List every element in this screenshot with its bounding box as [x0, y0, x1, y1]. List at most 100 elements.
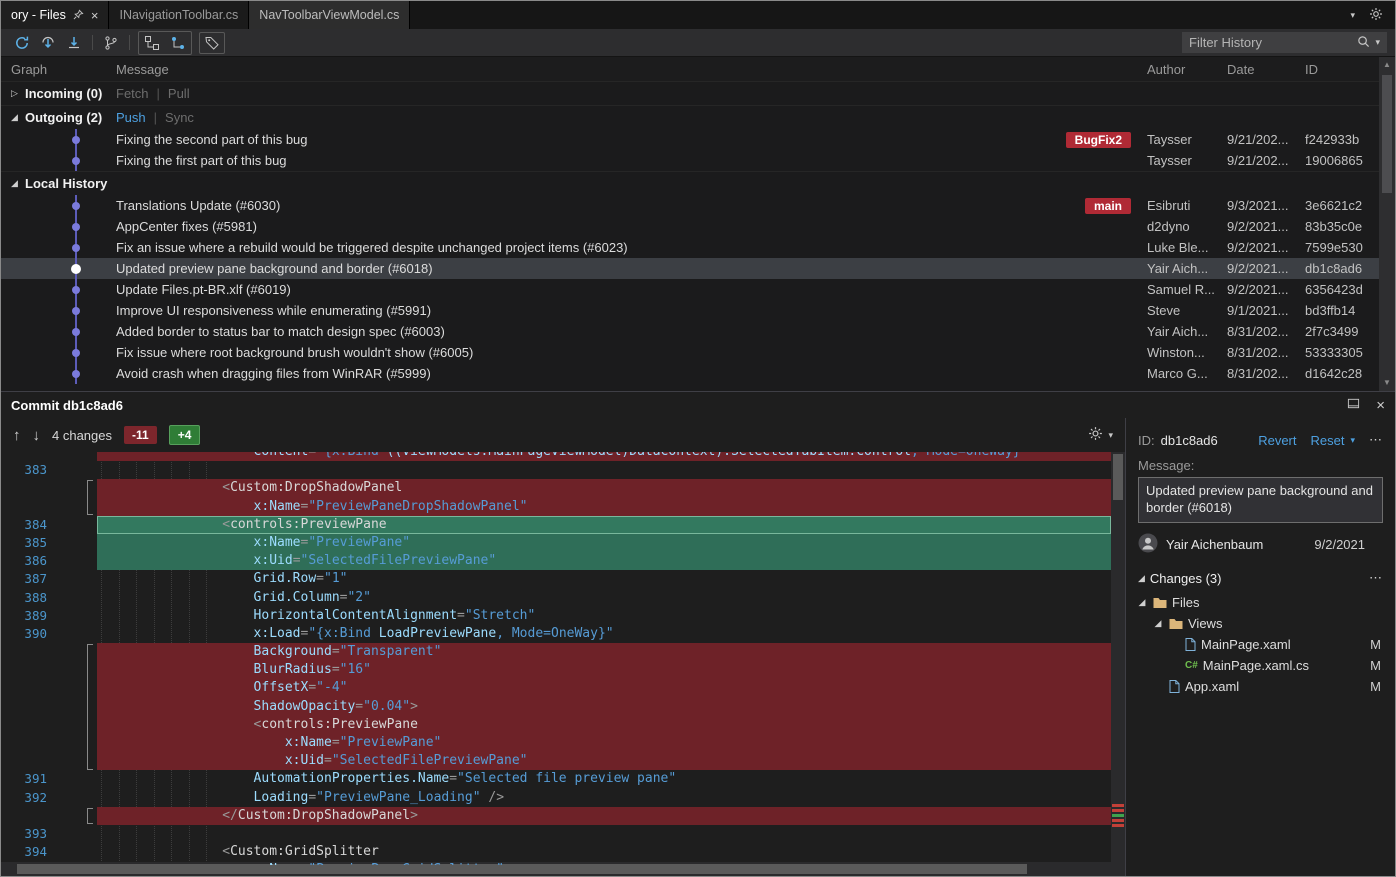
diff-line[interactable]: ShadowOpacity="0.04">: [1, 698, 1111, 716]
pull-link[interactable]: Pull: [168, 86, 190, 101]
column-author[interactable]: Author: [1139, 62, 1219, 77]
history-commit-row[interactable]: Translations Update (#6030)mainEsibruti9…: [1, 195, 1395, 216]
changes-more-button[interactable]: ⋯: [1369, 570, 1383, 586]
diff-line[interactable]: 395 x:Name="PreviewPaneGridSplitter": [1, 861, 1111, 865]
sync-link[interactable]: Sync: [165, 110, 194, 125]
tree-item-files[interactable]: ◢Files: [1126, 592, 1395, 613]
reset-caret-icon[interactable]: ▾: [1350, 435, 1355, 446]
scrollbar-thumb[interactable]: [1113, 454, 1123, 500]
column-graph[interactable]: Graph: [1, 62, 111, 77]
next-change-button[interactable]: ↓: [33, 427, 41, 444]
graph-table-view-button[interactable]: [165, 32, 191, 54]
diff-line[interactable]: 394 <Custom:GridSplitter: [1, 843, 1111, 861]
scrollbar-thumb[interactable]: [17, 864, 1027, 874]
pull-button[interactable]: [61, 32, 87, 54]
history-commit-row[interactable]: Updated preview pane background and bord…: [1, 258, 1395, 279]
pin-icon[interactable]: [73, 8, 84, 23]
history-commit-row[interactable]: Fix an issue where a rebuild would be tr…: [1, 237, 1395, 258]
search-options-caret-icon[interactable]: ▾: [1375, 37, 1380, 48]
diff-line[interactable]: Background="Transparent": [1, 643, 1111, 661]
code-token: "16": [340, 662, 371, 677]
pane-position-icon[interactable]: [1347, 397, 1360, 413]
search-icon[interactable]: [1357, 35, 1370, 51]
push-link[interactable]: Push: [116, 110, 146, 125]
scrollbar-thumb[interactable]: [1382, 75, 1392, 193]
close-tab-icon[interactable]: ×: [91, 8, 99, 23]
tree-item-mainpage-xaml[interactable]: MainPage.xamlM: [1126, 634, 1395, 655]
diff-line[interactable]: 389 HorizontalContentAlignment="Stretch": [1, 607, 1111, 625]
diff-line[interactable]: <controls:PreviewPane: [1, 716, 1111, 734]
diff-line[interactable]: </Custom:DropShadowPanel>: [1, 807, 1111, 825]
history-commit-row[interactable]: AppCenter fixes (#5981)d2dyno9/2/2021...…: [1, 216, 1395, 237]
column-id[interactable]: ID: [1297, 62, 1379, 77]
tree-item-app-xaml[interactable]: App.xamlM: [1126, 676, 1395, 697]
tab-navtoolbarviewmodel[interactable]: NavToolbarViewModel.cs: [249, 1, 410, 29]
commit-message-cell: Fix issue where root background brush wo…: [111, 342, 1139, 363]
revert-link[interactable]: Revert: [1258, 433, 1296, 448]
tab-inavigationtoolbar[interactable]: INavigationToolbar.cs: [109, 1, 249, 29]
close-pane-icon[interactable]: ×: [1376, 397, 1385, 414]
tree-expander-icon[interactable]: ◢: [1152, 618, 1164, 629]
scroll-down-arrow-icon[interactable]: ▼: [1379, 375, 1395, 391]
history-section-row[interactable]: ▷Incoming (0)Fetch|Pull: [1, 81, 1395, 105]
diff-settings-gear-icon[interactable]: [1088, 426, 1103, 444]
diff-line[interactable]: 388 Grid.Column="2": [1, 589, 1111, 607]
diff-line[interactable]: x:Name="PreviewPaneDropShadowPanel": [1, 498, 1111, 516]
section-expander-icon[interactable]: ◢: [8, 112, 21, 123]
scroll-up-arrow-icon[interactable]: ▲: [1379, 57, 1395, 73]
column-date[interactable]: Date: [1219, 62, 1297, 77]
fetch-link[interactable]: Fetch: [116, 86, 149, 101]
history-scrollbar[interactable]: ▲ ▼: [1379, 57, 1395, 391]
history-section-row[interactable]: ◢Local History: [1, 171, 1395, 195]
previous-change-button[interactable]: ↑: [13, 427, 21, 444]
history-commit-row[interactable]: Fixing the first part of this bugTaysser…: [1, 150, 1395, 171]
history-commit-row[interactable]: Update Files.pt-BR.xlf (#6019)Samuel R..…: [1, 279, 1395, 300]
show-tags-button[interactable]: [199, 32, 225, 54]
compare-branches-button[interactable]: [98, 32, 124, 54]
reset-link[interactable]: Reset: [1311, 433, 1345, 448]
tab-history-files[interactable]: ory - Files ×: [1, 1, 109, 29]
diff-editor[interactable]: Content="{x:Bind ((ViewModels:MainPageVi…: [1, 452, 1125, 865]
diff-line[interactable]: 391 AutomationProperties.Name="Selected …: [1, 770, 1111, 788]
diff-line[interactable]: 390 x:Load="{x:Bind LoadPreviewPane, Mod…: [1, 625, 1111, 643]
diff-settings-caret-icon[interactable]: ▾: [1108, 430, 1113, 441]
diff-line[interactable]: 386 x:Uid="SelectedFilePreviewPane": [1, 552, 1111, 570]
diff-line[interactable]: 392 Loading="PreviewPane_Loading" />: [1, 789, 1111, 807]
tab-list-caret-icon[interactable]: ▾: [1350, 10, 1355, 21]
graph-dot: [72, 136, 80, 144]
diff-line[interactable]: 385 x:Name="PreviewPane": [1, 534, 1111, 552]
diff-line[interactable]: x:Uid="SelectedFilePreviewPane": [1, 752, 1111, 770]
window-settings-gear-icon[interactable]: [1369, 7, 1383, 24]
changes-expander-icon[interactable]: ◢: [1138, 573, 1145, 584]
filter-history-input[interactable]: [1189, 35, 1352, 50]
history-section-row[interactable]: ◢Outgoing (2)Push|Sync: [1, 105, 1395, 129]
diff-line[interactable]: Content="{x:Bind ((ViewModels:MainPageVi…: [1, 452, 1111, 461]
history-commit-row[interactable]: Fix issue where root background brush wo…: [1, 342, 1395, 363]
diff-line[interactable]: BlurRadius="16": [1, 661, 1111, 679]
diff-vertical-scrollbar[interactable]: [1111, 452, 1125, 865]
fetch-button[interactable]: [35, 32, 61, 54]
column-message[interactable]: Message: [111, 62, 1139, 77]
refresh-button[interactable]: [9, 32, 35, 54]
history-commit-row[interactable]: Avoid crash when dragging files from Win…: [1, 363, 1395, 384]
more-actions-button[interactable]: ⋯: [1369, 432, 1383, 448]
history-commit-row[interactable]: Fixing the second part of this bugBugFix…: [1, 129, 1395, 150]
diff-line[interactable]: OffsetX="-4": [1, 679, 1111, 697]
history-commit-row[interactable]: Added border to status bar to match desi…: [1, 321, 1395, 342]
commit-message-box[interactable]: Updated preview pane background and bord…: [1138, 477, 1383, 523]
section-expander-icon[interactable]: ▷: [8, 88, 21, 99]
diff-line[interactable]: 383: [1, 461, 1111, 479]
diff-line[interactable]: <Custom:DropShadowPanel: [1, 479, 1111, 497]
history-commit-row[interactable]: Improve UI responsiveness while enumerat…: [1, 300, 1395, 321]
section-expander-icon[interactable]: ◢: [8, 178, 21, 189]
tree-item-mainpage-xaml-cs[interactable]: C#MainPage.xaml.csM: [1126, 655, 1395, 676]
tree-expander-icon[interactable]: ◢: [1136, 597, 1148, 608]
changes-section-header[interactable]: ◢ Changes (3) ⋯: [1126, 556, 1395, 588]
diff-line[interactable]: x:Name="PreviewPane": [1, 734, 1111, 752]
diff-line[interactable]: 384 <controls:PreviewPane: [1, 516, 1111, 534]
tree-item-views[interactable]: ◢Views: [1126, 613, 1395, 634]
code-token: ShadowOpacity: [254, 699, 356, 714]
diff-line[interactable]: 393: [1, 825, 1111, 843]
diff-line[interactable]: 387 Grid.Row="1": [1, 570, 1111, 588]
graph-view-button[interactable]: [139, 32, 165, 54]
